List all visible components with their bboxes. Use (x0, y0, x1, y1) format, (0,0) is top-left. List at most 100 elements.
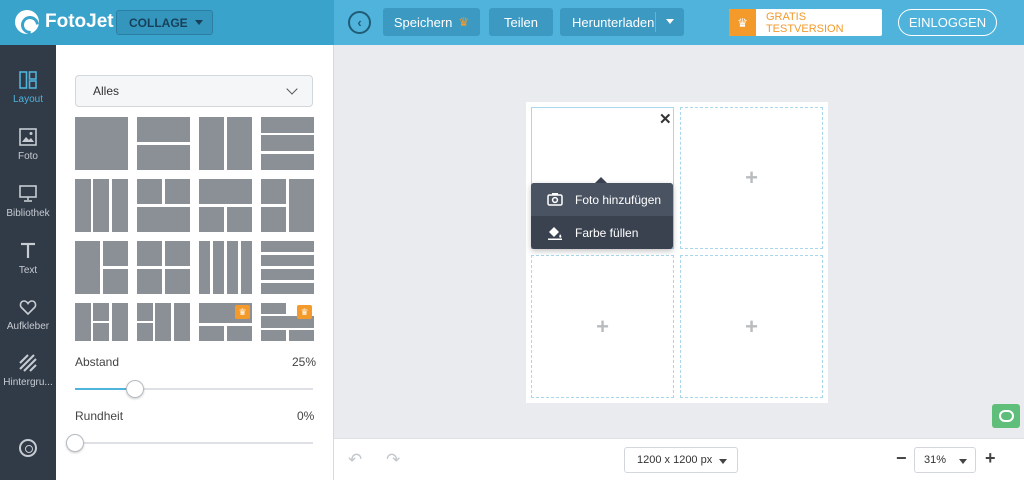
logo-text: FotoJet (45, 11, 114, 32)
zoom-label: 31% (924, 454, 947, 466)
zoom-out-button[interactable]: − (896, 448, 907, 469)
layout-cell (112, 179, 128, 232)
layout-thumbnail[interactable] (75, 179, 128, 232)
paint-bucket-icon (547, 225, 563, 243)
login-button[interactable]: EINLOGGEN (898, 9, 997, 36)
sidebar-item-label: Text (18, 265, 38, 276)
back-button[interactable]: ‹ (348, 11, 371, 34)
sidebar-item-photo[interactable]: Foto (0, 127, 56, 183)
layout-thumbnail[interactable] (137, 241, 190, 294)
layout-thumbnail[interactable] (199, 117, 252, 170)
add-photo-label: Foto hinzufügen (575, 192, 662, 207)
layout-filter-dropdown[interactable]: Alles (75, 75, 313, 107)
layout-cell (213, 241, 224, 294)
layout-thumbnail[interactable] (199, 241, 252, 294)
crown-icon: ♛ (458, 15, 470, 29)
fotojet-logo[interactable]: FotoJet (15, 10, 114, 34)
layout-cell (261, 269, 314, 280)
layout-thumbnail[interactable] (75, 303, 128, 341)
layout-thumbnail[interactable] (199, 179, 252, 232)
layout-cell (155, 303, 171, 341)
layout-cell (75, 179, 91, 232)
fill-color-menu-item[interactable]: Farbe füllen (531, 216, 673, 249)
download-button[interactable]: Herunterladen (560, 8, 684, 36)
canvas-size-dropdown[interactable]: 1200 x 1200 px (624, 447, 738, 473)
layout-thumbnail[interactable] (75, 117, 128, 170)
sidebar-item-background[interactable]: Hintergru... (0, 353, 56, 409)
layout-cell (137, 117, 190, 142)
layout-cell (165, 241, 190, 266)
plus-icon[interactable]: + (596, 314, 609, 340)
chat-button[interactable] (992, 404, 1020, 428)
layout-cell (137, 145, 190, 170)
layout-cell (199, 207, 224, 232)
sidebar-rail: Layout Foto Bibliothek Text Aufkleber Hi… (0, 45, 56, 480)
layout-thumbnail[interactable] (261, 241, 314, 294)
layout-cell (75, 117, 128, 170)
gear-icon[interactable] (19, 439, 37, 457)
layout-thumbnail[interactable]: ♛ (261, 303, 314, 341)
layout-thumbnail[interactable] (137, 179, 190, 232)
plus-icon[interactable]: + (745, 165, 758, 191)
text-icon (19, 241, 37, 261)
canvas-size-label: 1200 x 1200 px (637, 454, 713, 466)
add-photo-menu-item[interactable]: Foto hinzufügen (531, 183, 673, 216)
sidebar-item-text[interactable]: Text (0, 241, 56, 297)
layout-thumbnail[interactable] (75, 241, 128, 294)
layout-cell (137, 179, 162, 204)
layout-cell (112, 303, 128, 341)
background-icon (19, 353, 37, 373)
library-icon (19, 184, 37, 204)
chevron-down-icon (195, 20, 203, 25)
collage-mode-label: COLLAGE (129, 15, 188, 30)
sidebar-item-layout[interactable]: Layout (0, 70, 56, 126)
zoom-dropdown[interactable]: 31% (914, 447, 976, 473)
logo-icon (15, 10, 39, 34)
fill-color-label: Farbe füllen (575, 225, 639, 240)
layout-cell (165, 179, 190, 204)
layout-cell (261, 154, 314, 170)
login-label: EINLOGGEN (908, 15, 987, 30)
layout-thumbnail[interactable]: ♛ (199, 303, 252, 341)
layout-thumbnail[interactable] (261, 117, 314, 170)
save-label: Speichern (393, 14, 453, 30)
collage-cell[interactable]: + (680, 255, 823, 398)
layout-cell (137, 323, 153, 341)
sidebar-item-stickers[interactable]: Aufkleber (0, 297, 56, 353)
share-button[interactable]: Teilen (489, 8, 553, 36)
layout-cell (93, 323, 109, 341)
layout-cell (261, 135, 314, 151)
zoom-in-button[interactable]: + (985, 448, 996, 469)
close-icon[interactable]: ✕ (659, 110, 672, 128)
layout-thumbnail[interactable] (261, 179, 314, 232)
layout-cell (227, 207, 252, 232)
plus-icon[interactable]: + (745, 314, 758, 340)
layout-cell (227, 241, 238, 294)
layout-cell (261, 303, 286, 314)
layout-thumbnail[interactable] (137, 117, 190, 170)
share-label: Teilen (504, 14, 538, 30)
roundness-slider-handle[interactable] (66, 434, 84, 452)
save-button[interactable]: Speichern ♛ (383, 8, 480, 36)
free-trial-button[interactable]: ♛ GRATIS TESTVERSION (729, 9, 882, 36)
camera-icon (547, 192, 563, 209)
collage-cell[interactable]: + (531, 255, 674, 398)
roundness-slider-track[interactable] (75, 442, 313, 444)
collage-cell[interactable]: + (680, 107, 823, 249)
spacing-slider-handle[interactable] (125, 380, 144, 398)
chevron-down-icon[interactable] (666, 19, 674, 24)
layout-thumbnail[interactable] (137, 303, 190, 341)
undo-icon[interactable]: ↶ (348, 450, 362, 470)
crown-icon: ♛ (235, 305, 250, 319)
sidebar-item-library[interactable]: Bibliothek (0, 184, 56, 240)
download-divider (655, 12, 656, 32)
layout-cell (137, 241, 162, 266)
collage-mode-dropdown[interactable]: COLLAGE (116, 10, 213, 35)
crown-icon: ♛ (729, 9, 756, 36)
bottom-bar: ↶ ↷ 1200 x 1200 px − 31% + (334, 438, 1024, 480)
spacing-slider-track[interactable] (75, 388, 313, 390)
layout-cell (137, 269, 162, 294)
redo-icon[interactable]: ↷ (386, 450, 400, 470)
layout-cell (289, 330, 314, 341)
layout-cell (93, 179, 109, 232)
